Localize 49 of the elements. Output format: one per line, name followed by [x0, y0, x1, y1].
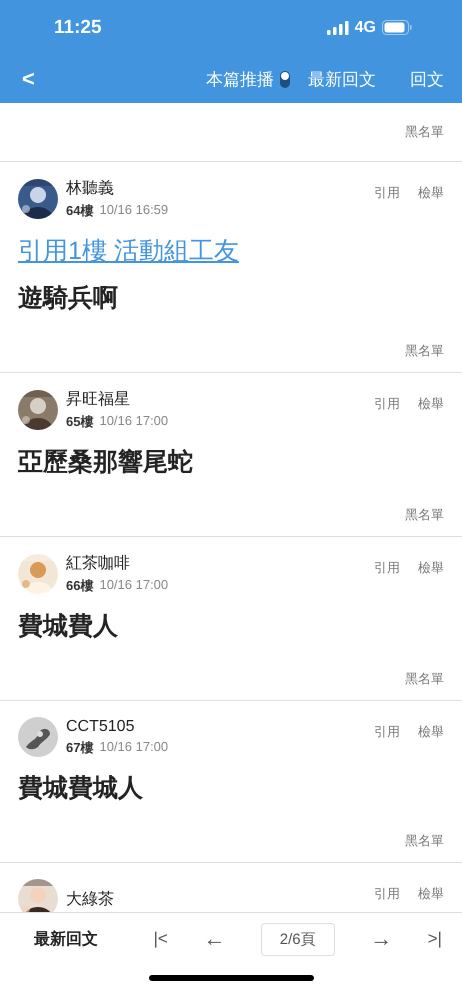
network-label: 4G — [354, 18, 376, 36]
floor-number: 65樓 — [66, 413, 94, 431]
default-avatar-icon — [18, 717, 58, 757]
report-link[interactable]: 檢舉 — [418, 885, 444, 903]
post-text: 費城費人 — [18, 611, 119, 642]
push-toggle[interactable]: 本篇推播 — [206, 68, 274, 90]
username[interactable]: CCT5105 — [66, 718, 374, 736]
first-page-button[interactable]: |< — [153, 929, 168, 949]
post-time: 10/16 17:00 — [99, 738, 168, 756]
blacklist-link[interactable]: 黑名單 — [405, 342, 444, 360]
battery-icon — [382, 20, 412, 35]
post-time: 10/16 16:59 — [99, 202, 168, 219]
last-page-button[interactable]: >| — [428, 929, 442, 949]
post-text: 亞歷桑那響尾蛇 — [18, 447, 194, 478]
signal-icon — [326, 20, 349, 34]
blacklist-link[interactable]: 黑名單 — [405, 506, 444, 524]
report-link[interactable]: 檢舉 — [418, 395, 444, 413]
quote-reference-link[interactable]: 引用1樓 活動組工友 — [18, 234, 239, 267]
latest-reply-link[interactable]: 最新回文 — [34, 928, 98, 950]
username[interactable]: 紅茶咖啡 — [66, 553, 374, 574]
toggle-switch[interactable] — [280, 70, 290, 88]
back-button[interactable]: < — [22, 66, 35, 92]
post-time: 10/16 17:00 — [99, 413, 168, 430]
report-link[interactable]: 檢舉 — [418, 184, 444, 202]
report-link[interactable]: 檢舉 — [418, 723, 444, 741]
post-time: 10/16 17:00 — [99, 577, 168, 594]
floor-number: 66樓 — [66, 577, 94, 595]
blacklist-link[interactable]: 黑名單 — [405, 670, 444, 688]
post-text: 費城費城人 — [18, 773, 144, 804]
previous-page-button[interactable]: ← — [203, 926, 226, 952]
blacklist-link[interactable]: 黑名單 — [405, 123, 444, 141]
username[interactable]: 昇旺福星 — [66, 389, 374, 410]
quote-link[interactable]: 引用 — [374, 184, 400, 202]
floor-number: 64樓 — [66, 202, 94, 220]
quote-link[interactable]: 引用 — [374, 395, 400, 413]
reply-button[interactable]: 回文 — [410, 68, 444, 90]
clock: 11:25 — [54, 16, 102, 38]
post-text: 遊騎兵啊 — [18, 283, 119, 314]
quote-link[interactable]: 引用 — [374, 885, 400, 903]
page-selector[interactable]: 2/6頁 — [260, 922, 335, 956]
username[interactable]: 林聽義 — [66, 178, 374, 199]
floor-number: 67樓 — [66, 738, 94, 756]
report-link[interactable]: 檢舉 — [418, 559, 444, 577]
quote-link[interactable]: 引用 — [374, 723, 400, 741]
next-page-button[interactable]: → — [370, 926, 392, 952]
quote-link[interactable]: 引用 — [374, 559, 400, 577]
blacklist-link[interactable]: 黑名單 — [405, 832, 444, 850]
username[interactable]: 大綠茶 — [66, 888, 374, 910]
latest-reply-link[interactable]: 最新回文 — [308, 68, 376, 90]
